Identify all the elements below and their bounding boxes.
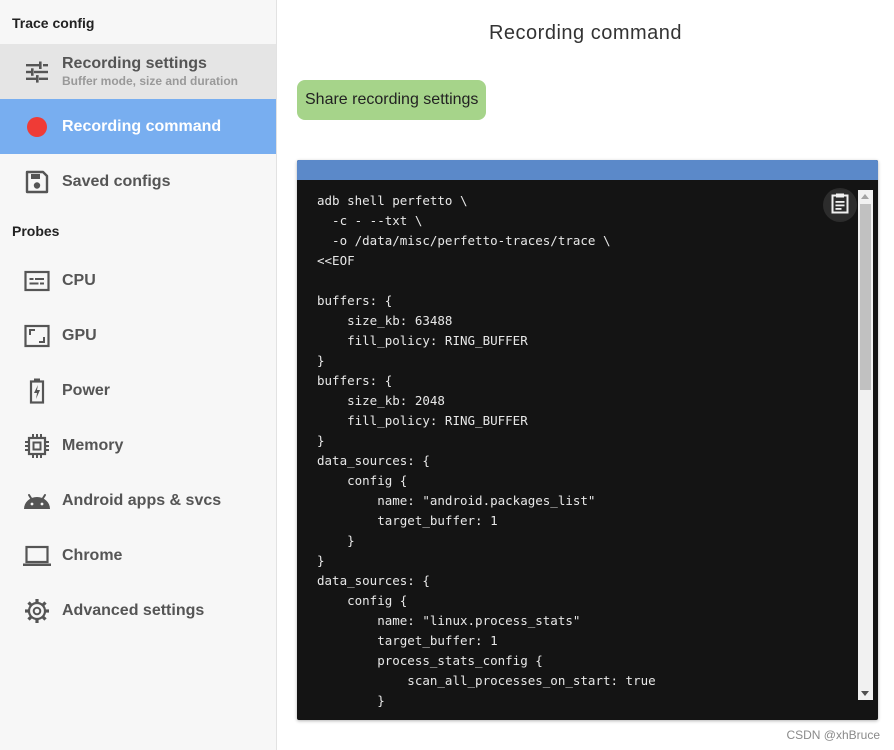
gear-icon (22, 596, 52, 626)
sidebar-item-advanced-settings[interactable]: Advanced settings (0, 583, 276, 638)
sliders-icon (22, 57, 52, 87)
sidebar-item-android-apps[interactable]: Android apps & svcs (0, 473, 276, 528)
sidebar-item-gpu[interactable]: GPU (0, 308, 276, 363)
sidebar-item-label: GPU (62, 326, 97, 344)
sidebar-item-sublabel: Buffer mode, size and duration (62, 74, 239, 88)
sidebar-item-label: Android apps & svcs (62, 491, 222, 509)
scroll-up-arrow-icon[interactable] (861, 194, 869, 199)
scroll-thumb[interactable] (860, 204, 871, 390)
sidebar-item-label: CPU (62, 271, 96, 289)
sidebar-item-cpu[interactable]: CPU (0, 253, 276, 308)
code-scrollbar[interactable] (858, 190, 873, 700)
trace-config-heading: Trace config (12, 15, 95, 31)
sidebar-item-label: Advanced settings (62, 601, 205, 619)
watermark: CSDN @xhBruce (786, 728, 880, 742)
sidebar-item-recording-command[interactable]: Recording command (0, 99, 276, 154)
floppy-disk-icon (22, 167, 52, 197)
gpu-icon (22, 321, 52, 351)
memory-chip-icon (22, 431, 52, 461)
app-root: Trace config Recording settings Buffer m… (0, 0, 894, 750)
page-title: Recording command (488, 22, 683, 44)
sidebar-item-label: Power (62, 381, 111, 399)
clipboard-icon (830, 192, 850, 219)
sidebar-item-label: Saved configs (62, 172, 171, 190)
sidebar-item-label: Memory (62, 436, 124, 454)
scroll-down-arrow-icon[interactable] (861, 691, 869, 696)
probes-heading: Probes (12, 223, 60, 239)
battery-icon (22, 376, 52, 406)
command-code-panel: adb shell perfetto \ -c - --txt \ -o /da… (297, 160, 878, 720)
sidebar: Trace config Recording settings Buffer m… (0, 0, 277, 750)
command-text[interactable]: adb shell perfetto \ -c - --txt \ -o /da… (317, 191, 856, 711)
cpu-icon (22, 266, 52, 296)
laptop-icon (22, 541, 52, 571)
sidebar-item-memory[interactable]: Memory (0, 418, 276, 473)
command-code-body[interactable]: adb shell perfetto \ -c - --txt \ -o /da… (297, 180, 856, 720)
sidebar-item-saved-configs[interactable]: Saved configs (0, 154, 276, 209)
sidebar-item-power[interactable]: Power (0, 363, 276, 418)
sidebar-item-label: Recording command (62, 117, 222, 135)
sidebar-item-label: Recording settings (62, 55, 207, 72)
copy-to-clipboard-button[interactable] (823, 188, 857, 222)
android-icon (22, 486, 52, 516)
record-dot-icon (22, 112, 52, 142)
sidebar-item-recording-settings[interactable]: Recording settings Buffer mode, size and… (0, 44, 276, 99)
sidebar-item-chrome[interactable]: Chrome (0, 528, 276, 583)
sidebar-item-label: Chrome (62, 546, 123, 564)
main-content: Recording command Share recording settin… (277, 0, 894, 750)
code-panel-header (297, 160, 878, 180)
share-recording-settings-button[interactable]: Share recording settings (297, 80, 487, 120)
